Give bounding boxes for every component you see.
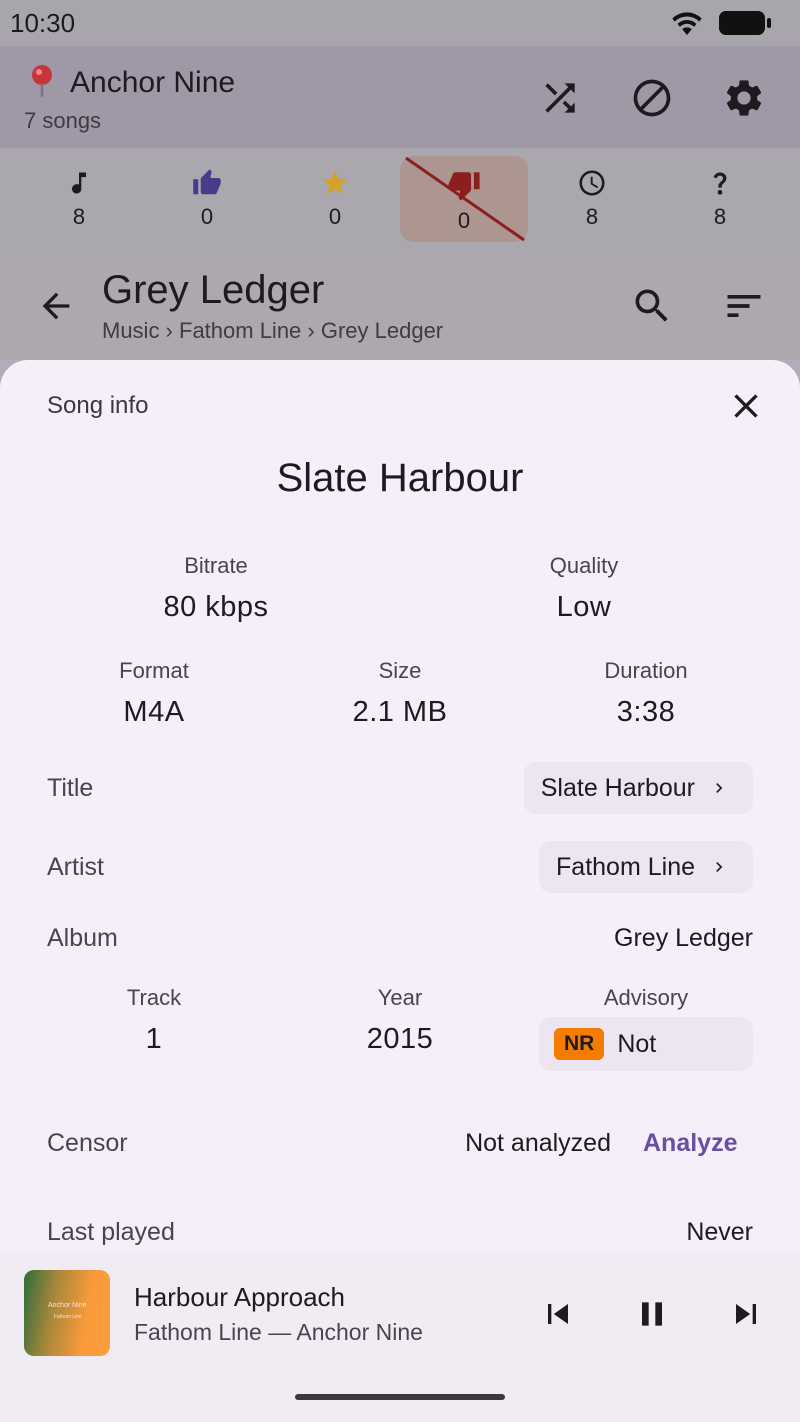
format-value: M4A bbox=[123, 696, 185, 728]
home-indicator[interactable] bbox=[295, 1394, 505, 1400]
filter-recent[interactable]: 8 bbox=[528, 156, 656, 242]
filter-liked[interactable]: 0 bbox=[143, 156, 271, 242]
filter-count: 0 bbox=[200, 204, 214, 229]
advisory-badge: NR bbox=[554, 1028, 605, 1060]
status-bar: 10:30 bbox=[0, 0, 800, 46]
song-count: 7 songs bbox=[24, 108, 102, 133]
album-row-label: Album bbox=[47, 924, 118, 952]
format-stat: Format M4A bbox=[54, 658, 254, 729]
pause-icon[interactable] bbox=[632, 1294, 672, 1334]
breadcrumb: Music › Fathom Line › Grey Ledger bbox=[102, 318, 444, 343]
last-played-label: Last played bbox=[47, 1218, 175, 1246]
quality-value: Low bbox=[556, 591, 612, 623]
advisory-stat: Advisory bbox=[546, 985, 746, 1011]
year-label: Year bbox=[377, 985, 423, 1010]
music-note-icon bbox=[72, 172, 86, 194]
album-row-value: Grey Ledger bbox=[614, 924, 753, 952]
year-stat: Year 2015 bbox=[300, 985, 500, 1056]
app-title: Anchor Nine bbox=[70, 66, 236, 99]
search-icon[interactable] bbox=[630, 284, 674, 328]
track-label: Track bbox=[126, 985, 182, 1010]
now-playing-title: Harbour Approach bbox=[134, 1282, 346, 1312]
star-icon bbox=[322, 170, 348, 195]
advisory-chip[interactable]: NR Not bbox=[539, 1017, 753, 1071]
sort-icon[interactable] bbox=[722, 284, 766, 328]
now-playing-subtitle: Fathom Line — Anchor Nine bbox=[134, 1319, 423, 1345]
filter-count: 8 bbox=[713, 204, 727, 229]
album-title: Grey Ledger bbox=[102, 268, 325, 312]
bitrate-label: Bitrate bbox=[184, 553, 248, 578]
block-icon[interactable] bbox=[630, 76, 674, 120]
album-art-subtitle: Fathom Line bbox=[54, 1314, 82, 1320]
song-title: Slate Harbour bbox=[276, 456, 524, 500]
filter-unrated[interactable]: 8 bbox=[656, 156, 784, 242]
size-stat: Size 2.1 MB bbox=[300, 658, 500, 729]
artist-row-label: Artist bbox=[47, 853, 104, 881]
album-art[interactable]: Anchor Nine Fathom Line bbox=[24, 1270, 110, 1356]
track-value: 1 bbox=[145, 1023, 163, 1055]
clock-icon bbox=[579, 170, 605, 196]
close-icon[interactable] bbox=[726, 386, 766, 426]
filter-count: 8 bbox=[585, 204, 599, 229]
duration-label: Duration bbox=[604, 658, 688, 683]
question-icon bbox=[713, 172, 727, 195]
song-info-sheet: Song info Slate Harbour Bitrate 80 kbps … bbox=[0, 360, 800, 1252]
filter-bar: 8 0 0 0 8 8 bbox=[0, 148, 800, 256]
location-pin-icon bbox=[32, 65, 52, 97]
filter-count: 8 bbox=[72, 204, 86, 229]
analyze-button[interactable]: Analyze bbox=[643, 1129, 737, 1158]
chevron-right-icon bbox=[716, 783, 723, 793]
artist-chip[interactable]: Fathom Line bbox=[539, 841, 753, 893]
album-art-title: Anchor Nine bbox=[48, 1302, 87, 1309]
censor-row-value: Not analyzed bbox=[465, 1129, 611, 1157]
album-header: Grey Ledger Music › Fathom Line › Grey L… bbox=[0, 256, 800, 360]
title-row-label: Title bbox=[47, 774, 94, 802]
battery-icon bbox=[719, 11, 771, 35]
sheet-label: Song info bbox=[47, 392, 149, 419]
bitrate-value: 80 kbps bbox=[163, 591, 269, 623]
censor-row-label: Censor bbox=[47, 1129, 128, 1157]
quality-label: Quality bbox=[549, 553, 619, 578]
chevron-right-icon bbox=[716, 862, 723, 872]
size-label: Size bbox=[378, 658, 422, 683]
year-value: 2015 bbox=[366, 1023, 434, 1055]
status-time: 10:30 bbox=[10, 8, 76, 38]
quality-stat: Quality Low bbox=[484, 553, 684, 624]
strike-line-icon bbox=[405, 156, 525, 242]
artist-chip-text: Fathom Line bbox=[556, 852, 695, 881]
title-chip-text: Slate Harbour bbox=[540, 773, 695, 802]
gear-icon[interactable] bbox=[722, 76, 766, 120]
advisory-value: Not bbox=[617, 1029, 657, 1058]
status-icons bbox=[670, 9, 772, 37]
skip-previous-icon[interactable] bbox=[538, 1294, 578, 1334]
filter-starred[interactable]: 0 bbox=[271, 156, 399, 242]
thumbs-up-icon bbox=[193, 169, 221, 195]
skip-next-icon[interactable] bbox=[726, 1294, 766, 1334]
track-stat: Track 1 bbox=[54, 985, 254, 1056]
app-bar: Anchor Nine 7 songs bbox=[0, 46, 800, 148]
mini-player[interactable]: Anchor Nine Fathom Line Harbour Approach… bbox=[0, 1252, 800, 1422]
duration-value: 3:38 bbox=[616, 696, 676, 728]
filter-all[interactable]: 8 bbox=[15, 156, 143, 242]
size-value: 2.1 MB bbox=[352, 696, 448, 728]
last-played-value: Never bbox=[686, 1218, 753, 1246]
advisory-label: Advisory bbox=[603, 985, 689, 1010]
bitrate-stat: Bitrate 80 kbps bbox=[116, 553, 316, 624]
duration-stat: Duration 3:38 bbox=[546, 658, 746, 729]
title-chip[interactable]: Slate Harbour bbox=[523, 762, 753, 814]
back-arrow-icon[interactable] bbox=[36, 286, 76, 326]
filter-count: 0 bbox=[328, 204, 342, 229]
format-label: Format bbox=[119, 658, 189, 683]
shuffle-icon[interactable] bbox=[538, 76, 582, 120]
filter-disliked[interactable]: 0 bbox=[400, 156, 528, 242]
wifi-icon bbox=[672, 12, 702, 36]
